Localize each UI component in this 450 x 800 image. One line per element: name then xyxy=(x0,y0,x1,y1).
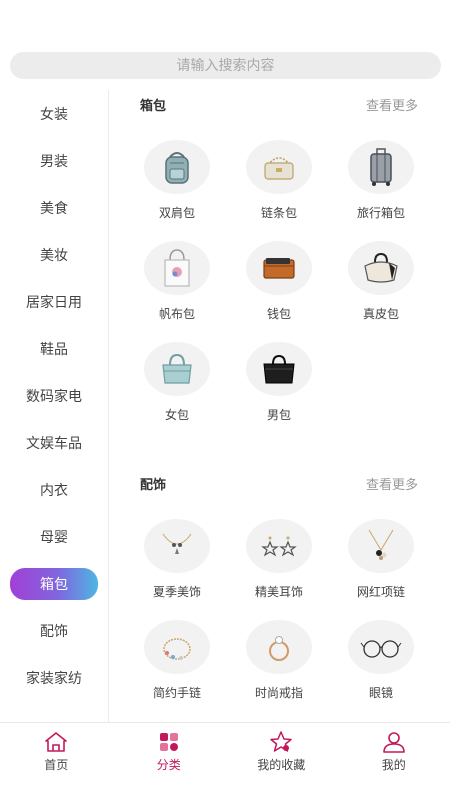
subcategory-grid: 双肩包 链条包 旅行箱包 帆布包 钱包 真皮包 女包 男包 xyxy=(118,140,440,443)
subcategory-label: 帆布包 xyxy=(158,307,195,321)
suitcase-icon xyxy=(348,140,414,194)
sidebar-item-underwear[interactable]: 内衣 xyxy=(0,466,108,513)
subcategory-suitcase[interactable]: 旅行箱包 xyxy=(330,140,432,241)
subcategory-grid: 夏季美饰 精美耳饰 网红项链 简约手链 时尚戒指 眼镜 xyxy=(118,519,440,721)
sidebar-item-shoes[interactable]: 鞋品 xyxy=(0,325,108,372)
sidebar-item-label: 配饰 xyxy=(40,623,68,640)
leather-bag-icon xyxy=(348,241,414,295)
subcategory-mens-bag[interactable]: 男包 xyxy=(228,342,330,443)
necklace-icon xyxy=(144,519,210,573)
section-header: 配饰 查看更多 xyxy=(118,467,440,499)
tab-label: 分类 xyxy=(156,758,181,772)
sidebar-item-label: 家装家纺 xyxy=(26,670,82,687)
view-more-link[interactable]: 查看更多 xyxy=(366,474,418,493)
bracelet-icon xyxy=(144,620,210,674)
subcategory-label: 旅行箱包 xyxy=(356,206,405,220)
category-sidebar: 女装 男装 美食 美妆 居家日用 鞋品 数码家电 文娱车品 内衣 母婴 箱包 配… xyxy=(0,90,108,722)
subcategory-summer-jewelry[interactable]: 夏季美饰 xyxy=(126,519,228,620)
subcategory-backpack[interactable]: 双肩包 xyxy=(126,140,228,241)
subcategory-label: 时尚戒指 xyxy=(254,686,303,700)
wallet-icon xyxy=(246,241,312,295)
category-content: 箱包 查看更多 双肩包 链条包 旅行箱包 帆布包 钱包 真皮包 女包 男包 配饰… xyxy=(118,88,440,722)
star-icon xyxy=(270,731,292,752)
tab-label: 我的 xyxy=(381,758,406,772)
subcategory-label: 简约手链 xyxy=(152,686,201,700)
sidebar-item-label: 女装 xyxy=(40,106,68,123)
subcategory-trendy-necklace[interactable]: 网红项链 xyxy=(330,519,432,620)
sidebar-item-label: 箱包 xyxy=(10,567,98,600)
subcategory-canvas-bag[interactable]: 帆布包 xyxy=(126,241,228,342)
sidebar-item-entertainment-auto[interactable]: 文娱车品 xyxy=(0,419,108,466)
sidebar-item-food[interactable]: 美食 xyxy=(0,184,108,231)
sidebar-item-label: 文娱车品 xyxy=(26,435,82,452)
earrings-icon xyxy=(246,519,312,573)
sidebar-item-label: 美妆 xyxy=(40,247,68,264)
briefcase-icon xyxy=(246,342,312,396)
tab-category[interactable]: 分类 xyxy=(113,723,226,800)
search-bar xyxy=(10,52,441,79)
subcategory-label: 精美耳饰 xyxy=(254,585,303,599)
backpack-icon xyxy=(144,140,210,194)
sidebar-item-men[interactable]: 男装 xyxy=(0,137,108,184)
subcategory-label: 眼镜 xyxy=(368,686,393,700)
sidebar-item-electronics[interactable]: 数码家电 xyxy=(0,372,108,419)
subcategory-womens-bag[interactable]: 女包 xyxy=(126,342,228,443)
subcategory-label: 男包 xyxy=(266,408,291,422)
user-icon xyxy=(382,732,405,753)
section-accessories: 配饰 查看更多 夏季美饰 精美耳饰 网红项链 简约手链 时尚戒指 眼镜 xyxy=(118,467,440,721)
handbag-icon xyxy=(144,342,210,396)
subcategory-wallet[interactable]: 钱包 xyxy=(228,241,330,342)
subcategory-earrings[interactable]: 精美耳饰 xyxy=(228,519,330,620)
pendant-necklace-icon xyxy=(348,519,414,573)
subcategory-label: 双肩包 xyxy=(158,206,195,220)
sidebar-item-label: 母婴 xyxy=(40,529,68,546)
sidebar-item-label: 男装 xyxy=(40,153,68,170)
tab-label: 我的收藏 xyxy=(257,758,306,772)
sidebar-item-label: 居家日用 xyxy=(26,294,82,311)
subcategory-glasses[interactable]: 眼镜 xyxy=(330,620,432,721)
section-title: 箱包 xyxy=(140,98,167,114)
subcategory-label: 链条包 xyxy=(260,206,297,220)
bottom-tab-bar: 首页 分类 我的收藏 我的 xyxy=(0,722,450,800)
sidebar-item-label: 美食 xyxy=(40,200,68,217)
subcategory-label: 钱包 xyxy=(266,307,291,321)
subcategory-label: 真皮包 xyxy=(362,307,399,321)
sidebar-item-label: 数码家电 xyxy=(26,388,82,405)
sidebar-item-bags[interactable]: 箱包 xyxy=(0,560,108,607)
section-title: 配饰 xyxy=(140,477,167,493)
tab-favorites[interactable]: 我的收藏 xyxy=(225,723,338,800)
sidebar-item-baby[interactable]: 母婴 xyxy=(0,513,108,560)
tab-home[interactable]: 首页 xyxy=(0,723,113,800)
tab-label: 首页 xyxy=(44,758,69,772)
home-icon xyxy=(45,732,68,752)
sidebar-item-household[interactable]: 居家日用 xyxy=(0,278,108,325)
section-bags: 箱包 查看更多 双肩包 链条包 旅行箱包 帆布包 钱包 真皮包 女包 男包 xyxy=(118,88,440,443)
canvas-tote-icon xyxy=(144,241,210,295)
category-icon xyxy=(159,733,178,751)
sidebar-divider xyxy=(108,90,109,722)
subcategory-simple-bracelet[interactable]: 简约手链 xyxy=(126,620,228,721)
sidebar-item-beauty[interactable]: 美妆 xyxy=(0,231,108,278)
subcategory-chain-bag[interactable]: 链条包 xyxy=(228,140,330,241)
sidebar-item-label: 鞋品 xyxy=(40,341,68,358)
subcategory-label: 网红项链 xyxy=(356,585,405,599)
sidebar-item-accessories[interactable]: 配饰 xyxy=(0,607,108,654)
section-header: 箱包 查看更多 xyxy=(118,88,440,120)
sidebar-item-women[interactable]: 女装 xyxy=(0,90,108,137)
chain-bag-icon xyxy=(246,140,312,194)
subcategory-label: 夏季美饰 xyxy=(152,585,201,599)
sidebar-item-label: 内衣 xyxy=(40,482,68,499)
glasses-icon xyxy=(348,620,414,674)
search-input[interactable] xyxy=(10,52,441,79)
subcategory-label: 女包 xyxy=(164,408,189,422)
sidebar-item-home-textiles[interactable]: 家装家纺 xyxy=(0,654,108,701)
subcategory-leather-bag[interactable]: 真皮包 xyxy=(330,241,432,342)
tab-profile[interactable]: 我的 xyxy=(338,723,450,800)
subcategory-fashion-ring[interactable]: 时尚戒指 xyxy=(228,620,330,721)
ring-icon xyxy=(246,620,312,674)
view-more-link[interactable]: 查看更多 xyxy=(366,95,418,114)
